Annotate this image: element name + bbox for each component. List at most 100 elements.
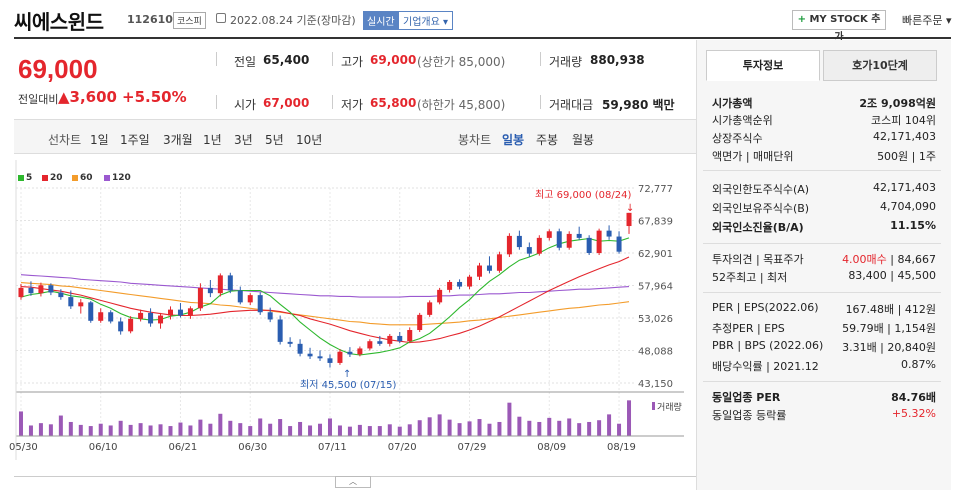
volume-bar — [337, 425, 342, 436]
volume-bar — [377, 426, 382, 436]
volume-bar — [278, 419, 283, 436]
candle-body — [486, 265, 492, 271]
volume-bar — [527, 420, 532, 436]
candle-body — [506, 235, 512, 255]
volume-bar — [248, 426, 253, 436]
y-tick-label: 57,964 — [638, 282, 673, 293]
volume-bar — [367, 426, 372, 436]
divider — [703, 170, 941, 171]
pbr-row: PBR | BPS (2022.06) 3.31배 | 20,840원 — [712, 339, 936, 354]
candle-body — [427, 302, 433, 315]
candle-body — [48, 285, 54, 293]
volume-bar — [138, 423, 143, 436]
volume-bar — [238, 423, 243, 436]
foreign-limit-row: 외국인한도주식수(A) 42,171,403 — [712, 181, 936, 196]
candle-body — [477, 265, 482, 277]
volume-bar — [357, 424, 362, 436]
candle-body — [287, 341, 293, 344]
tab-invest-info[interactable]: 투자정보 — [706, 50, 820, 81]
candle-body — [616, 236, 622, 252]
candle-body — [526, 247, 532, 254]
volume-bar — [417, 420, 422, 436]
candle-body — [257, 295, 263, 313]
volume-bar — [557, 420, 562, 436]
volume-bar — [78, 424, 83, 436]
low-annotation: 최저 45,500 (07/15) — [300, 379, 396, 391]
volume-bar — [477, 419, 482, 436]
divider — [703, 381, 941, 382]
volume-bar — [447, 419, 452, 436]
candle-body — [307, 353, 313, 357]
candle-body — [187, 308, 193, 316]
collapse-icon[interactable]: ︿ — [335, 476, 371, 488]
candle-body — [317, 356, 323, 359]
x-tick-label: 06/21 — [168, 442, 197, 453]
y-tick-label: 67,839 — [638, 217, 673, 228]
candle-body — [177, 309, 183, 316]
candle-body — [38, 285, 44, 294]
candle-body — [337, 351, 343, 363]
candle-body — [397, 335, 403, 342]
candle-body — [387, 335, 393, 344]
candle-body — [457, 281, 463, 287]
volume-bar — [108, 425, 113, 436]
volume-bar — [517, 416, 522, 436]
volume-bar — [128, 424, 133, 436]
volume-bar — [507, 402, 512, 436]
volume-bar — [587, 421, 592, 436]
volume-bar — [178, 422, 183, 436]
candle-body — [158, 315, 164, 324]
volume-legend-swatch — [652, 402, 655, 410]
volume-bar — [547, 417, 552, 436]
candle-body — [118, 321, 124, 332]
volume-bar — [437, 414, 442, 436]
volume-bar — [537, 421, 542, 436]
volume-bar — [397, 426, 402, 436]
candle-body — [447, 281, 453, 290]
volume-bar — [188, 425, 193, 436]
candle-body — [247, 295, 253, 303]
candle-body — [88, 302, 94, 321]
candle-body — [148, 312, 154, 324]
volume-bar — [567, 418, 572, 436]
candle-body — [576, 233, 582, 238]
candle-body — [28, 287, 34, 294]
tab-orderbook[interactable]: 호가10단계 — [823, 50, 937, 81]
x-tick-label: 07/29 — [458, 442, 487, 453]
add-mystock-button[interactable]: + MY STOCK 추가 — [792, 10, 886, 43]
volume-bar — [168, 426, 173, 436]
candle-body — [417, 314, 423, 331]
sector-per-row[interactable]: 동일업종 PER 84.76배 — [712, 389, 936, 405]
candle-body — [78, 302, 84, 307]
candle-body — [586, 237, 592, 254]
market-cap-rank-row[interactable]: 시가총액순위 코스피 104위 — [712, 112, 936, 128]
down-arrow-icon: ↓ — [626, 203, 634, 214]
volume-bar — [457, 423, 462, 436]
x-tick-label: 06/10 — [89, 442, 118, 453]
candle-body — [516, 235, 522, 248]
candle-body — [327, 358, 333, 363]
volume-bar — [347, 426, 352, 436]
divider — [703, 243, 941, 244]
high-annotation: 최고 69,000 (08/24) — [535, 189, 631, 201]
sector-rate-row[interactable]: 동일업종 등락률 +5.32% — [712, 407, 936, 423]
candle-body — [357, 348, 363, 355]
volume-bar — [208, 423, 213, 436]
plus-icon: + — [797, 14, 806, 25]
volume-bar — [88, 426, 93, 436]
foreign-hold-row: 외국인보유주식수(B) 4,704,090 — [712, 200, 936, 215]
volume-bar — [487, 423, 492, 436]
volume-bar — [597, 420, 602, 436]
opinion-row: 투자의견 | 목표주가 4.00매수 | 84,667 — [712, 253, 936, 266]
candle-body — [217, 275, 223, 294]
volume-bar — [627, 400, 632, 436]
stock-chart[interactable]: 72,777 67,839 62,901 57,964 53,026 48,088 43,1… — [0, 0, 700, 476]
candle-body — [197, 287, 203, 309]
x-tick-label: 07/20 — [388, 442, 417, 453]
candle-body — [227, 275, 233, 291]
candle-body — [98, 312, 104, 321]
candle-body — [207, 287, 213, 294]
candle-body — [596, 230, 602, 254]
quick-order-button[interactable]: 빠른주문 ▾ — [902, 12, 952, 28]
candle-body — [407, 330, 413, 342]
